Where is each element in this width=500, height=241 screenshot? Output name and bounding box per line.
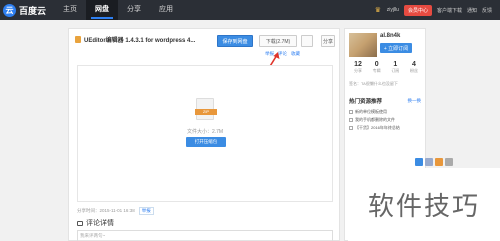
- top-bar: 云 百度云 主页 网盘 分享 应用 ♛ ziyjllu 会员中心 客户端下载 通…: [0, 0, 500, 20]
- share-time: 分享时间：2015-11-01 16:38: [77, 208, 135, 213]
- hot-resources-list: 新的单位模板使用 我的手机都删除的文件 【干货】2016年年终总结: [349, 108, 423, 132]
- comments-title: 评论详情: [86, 220, 114, 227]
- share-time-row: 分享时间：2015-11-01 16:38 举报: [77, 207, 154, 215]
- list-item[interactable]: 我的手机都删除的文件: [349, 116, 423, 124]
- file-size: 文件大小：2.7M: [186, 129, 224, 135]
- cloud-logo-icon: 云: [3, 3, 16, 17]
- profile-stats: 12 分享 0 专辑 1 订阅 4 粉丝: [349, 61, 423, 74]
- input-method-icon[interactable]: [415, 158, 423, 166]
- watermark: 软件技巧: [348, 168, 500, 241]
- report-button[interactable]: 举报: [138, 207, 154, 215]
- client-download-link[interactable]: 客户端下载: [437, 7, 462, 14]
- tray-icon[interactable]: [445, 158, 453, 166]
- share-button[interactable]: 分享: [321, 35, 335, 47]
- file-title-row: UEditor编辑器 1.4.3.1 for wordpress 4...: [75, 35, 195, 44]
- feedback-link[interactable]: 反馈: [482, 7, 492, 14]
- stat-subscriptions[interactable]: 1 订阅: [386, 61, 404, 74]
- comment-input[interactable]: 我来评两句~: [77, 230, 333, 241]
- main-nav: 主页 网盘 分享 应用: [54, 0, 182, 20]
- profile-signature: 签名：TA很懒什么也没留下: [349, 81, 398, 86]
- list-item[interactable]: 新的单位模板使用: [349, 108, 423, 116]
- nav-home[interactable]: 主页: [54, 0, 86, 20]
- tray-icon[interactable]: [435, 158, 443, 166]
- nav-apps[interactable]: 应用: [150, 0, 182, 20]
- file-icon: [349, 110, 353, 114]
- logo-text: 百度云: [19, 5, 47, 16]
- zip-tag: ZIP: [195, 109, 217, 115]
- tray-icon[interactable]: [425, 158, 433, 166]
- user-area: ♛ ziyjllu 会员中心 客户端下载 通知 反馈: [375, 0, 492, 20]
- list-item[interactable]: 【干货】2016年年终总结: [349, 124, 423, 132]
- refresh-link[interactable]: 换一换: [408, 98, 422, 104]
- more-options-button[interactable]: [301, 35, 313, 47]
- watermark-text: 软件技巧: [367, 192, 480, 222]
- stat-albums[interactable]: 0 专辑: [368, 61, 386, 74]
- hot-resources-title: 热门资源推荐: [349, 99, 383, 105]
- save-to-disk-button[interactable]: 保存到网盘: [217, 35, 253, 47]
- subscribe-button[interactable]: + 立即订阅: [380, 43, 412, 53]
- username[interactable]: ziyjllu: [387, 7, 399, 13]
- comments-heading: 评论详情: [77, 218, 114, 228]
- stat-shares[interactable]: 12 分享: [349, 61, 367, 74]
- notification-link[interactable]: 通知: [467, 7, 477, 14]
- member-center-button[interactable]: 会员中心: [403, 4, 432, 16]
- logo[interactable]: 云 百度云: [3, 3, 46, 17]
- file-icon: [349, 118, 353, 122]
- nav-share[interactable]: 分享: [118, 0, 150, 20]
- system-tray: [415, 158, 453, 166]
- open-archive-button[interactable]: 打开压缩包: [186, 137, 226, 147]
- file-title: UEditor编辑器 1.4.3.1 for wordpress 4...: [84, 38, 196, 44]
- crown-icon: ♛: [374, 6, 381, 14]
- zip-archive-icon: ZIP: [195, 98, 217, 120]
- download-button[interactable]: 下载(2.7M): [259, 35, 297, 47]
- stat-fans[interactable]: 4 粉丝: [405, 61, 423, 74]
- profile-name[interactable]: al.8n4k: [380, 33, 400, 39]
- file-panel: UEditor编辑器 1.4.3.1 for wordpress 4... 保存…: [68, 28, 340, 241]
- nav-netdisk[interactable]: 网盘: [86, 0, 118, 20]
- favorite-link[interactable]: 收藏: [291, 51, 300, 57]
- avatar[interactable]: [349, 33, 377, 57]
- comment-icon: [77, 220, 83, 226]
- zip-file-icon: [75, 36, 81, 43]
- file-icon: [349, 126, 353, 130]
- file-preview: ZIP 文件大小：2.7M 打开压缩包: [77, 65, 333, 202]
